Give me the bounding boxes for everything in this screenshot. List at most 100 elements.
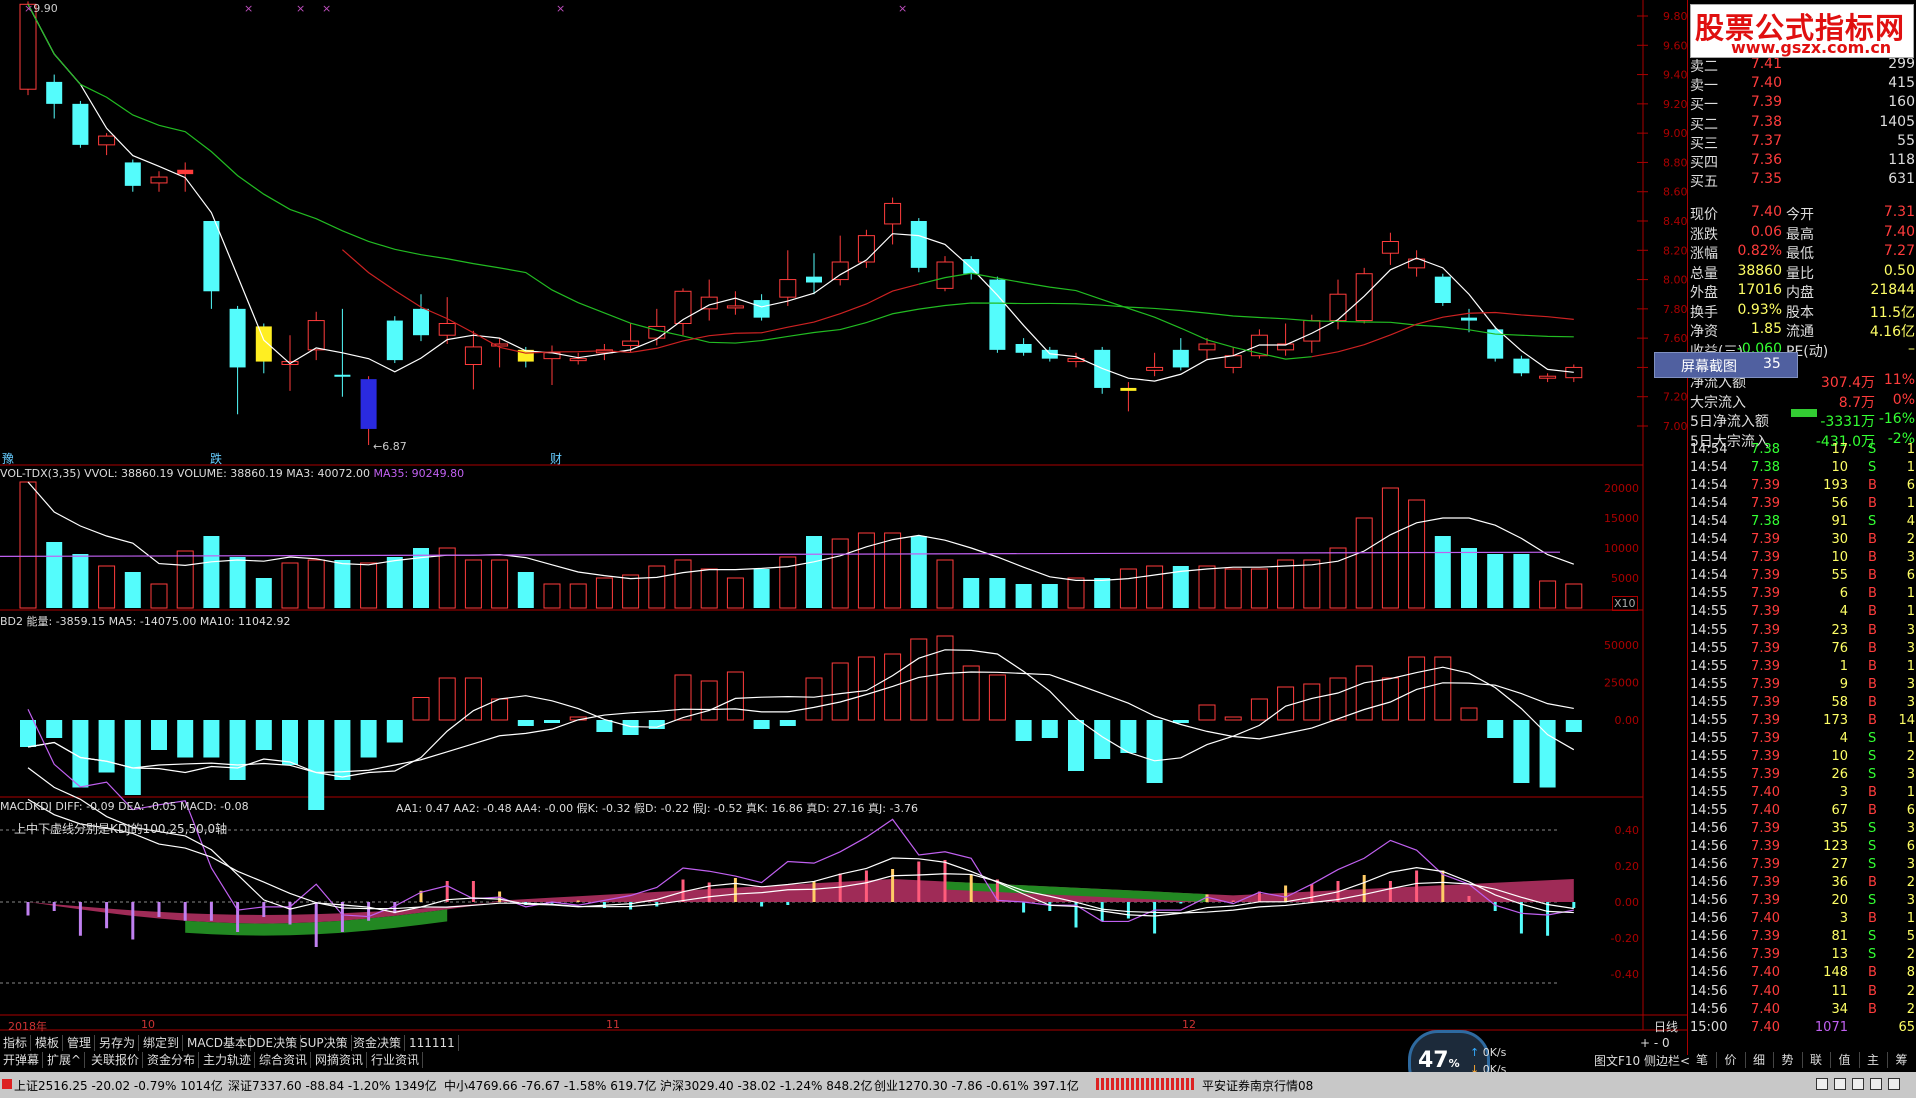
- energy-bar[interactable]: [1250, 698, 1268, 721]
- tick-row[interactable]: 14:55 7.39 4 S 1: [1690, 731, 1915, 749]
- volume-bar[interactable]: [595, 577, 613, 609]
- energy-bar[interactable]: [1513, 720, 1530, 783]
- stat-row[interactable]: 现价 7.40 今开 7.31: [1690, 204, 1915, 223]
- tick-row[interactable]: 15:00 7.40 1071 65: [1690, 1020, 1915, 1038]
- event-marker[interactable]: ×: [244, 2, 253, 15]
- tick-row[interactable]: 14:56 7.39 123 S 6: [1690, 839, 1915, 857]
- indicator-tab[interactable]: 管理: [64, 1035, 96, 1051]
- energy-bar[interactable]: [177, 720, 194, 758]
- info-tab[interactable]: 关联报价: [88, 1052, 144, 1068]
- tick-row[interactable]: 14:55 7.39 23 B 3: [1690, 623, 1915, 641]
- quote-tab[interactable]: 价: [1717, 1052, 1746, 1068]
- candle[interactable]: [910, 221, 927, 268]
- candle[interactable]: [19, 3, 37, 90]
- order-book-row[interactable]: 买五 7.35 631: [1690, 171, 1915, 190]
- event-tag[interactable]: 跌: [210, 450, 222, 467]
- event-marker[interactable]: ×: [556, 2, 565, 15]
- indicator-tab[interactable]: 另存为: [96, 1035, 140, 1051]
- tick-row[interactable]: 14:55 7.40 3 B 1: [1690, 785, 1915, 803]
- candle[interactable]: [726, 305, 744, 309]
- volume-bar[interactable]: [779, 556, 797, 609]
- tick-row[interactable]: 14:55 7.39 173 B 14: [1690, 713, 1915, 731]
- volume-bar[interactable]: [438, 547, 456, 609]
- tick-row[interactable]: 14:56 7.39 13 S 2: [1690, 947, 1915, 965]
- order-book-row[interactable]: 买一 7.39 160: [1690, 94, 1915, 113]
- volume-bar[interactable]: [1094, 578, 1111, 608]
- candle[interactable]: [806, 276, 822, 283]
- tick-row[interactable]: 14:56 7.40 34 B 2: [1690, 1002, 1915, 1020]
- tick-row[interactable]: 14:54 7.38 10 S 1: [1690, 460, 1915, 478]
- energy-bar[interactable]: [20, 720, 36, 747]
- stat-row[interactable]: 外盘 17016 内盘 21844: [1690, 282, 1915, 301]
- tick-row[interactable]: 14:55 7.40 67 B 6: [1690, 803, 1915, 821]
- quote-tab[interactable]: 联: [1802, 1052, 1831, 1068]
- tick-row[interactable]: 14:55 7.39 76 B 3: [1690, 641, 1915, 659]
- event-tag[interactable]: 财: [550, 450, 562, 467]
- candle[interactable]: [72, 103, 89, 145]
- tick-row[interactable]: 14:56 7.40 3 B 1: [1690, 911, 1915, 929]
- volume-bar[interactable]: [176, 550, 194, 609]
- candle[interactable]: [1461, 317, 1477, 321]
- candle[interactable]: [203, 221, 220, 292]
- fund-flow-row[interactable]: 大宗流入 8.7万 0%: [1690, 392, 1915, 411]
- candle[interactable]: [753, 300, 770, 318]
- candle[interactable]: [386, 320, 403, 361]
- volume-bar[interactable]: [1224, 568, 1242, 609]
- energy-bar[interactable]: [596, 720, 613, 732]
- candle[interactable]: [360, 379, 377, 429]
- info-tab[interactable]: 开弹幕: [0, 1052, 44, 1068]
- energy-bar[interactable]: [1565, 720, 1582, 732]
- candle[interactable]: [1513, 358, 1530, 374]
- stat-row[interactable]: 总量 38860 量比 0.50: [1690, 263, 1915, 282]
- energy-bar[interactable]: [517, 720, 534, 726]
- info-tab[interactable]: 网摘资讯: [312, 1052, 368, 1068]
- order-book-row[interactable]: 买三 7.37 55: [1690, 133, 1915, 152]
- volume-bar[interactable]: [1408, 499, 1426, 609]
- energy-bar[interactable]: [308, 720, 325, 810]
- info-tab[interactable]: 扩展^: [44, 1052, 86, 1068]
- f10-button[interactable]: 图文F10: [1594, 1052, 1640, 1069]
- candle[interactable]: [857, 235, 875, 263]
- volume-bar[interactable]: [806, 536, 822, 608]
- volume-bar[interactable]: [98, 565, 116, 609]
- tick-row[interactable]: 14:55 7.39 26 S 3: [1690, 767, 1915, 785]
- volume-bar[interactable]: [1067, 577, 1085, 609]
- candle[interactable]: [569, 358, 587, 362]
- energy-bar[interactable]: [1277, 686, 1295, 721]
- window-button-icon[interactable]: [1834, 1078, 1846, 1090]
- tick-row[interactable]: 14:54 7.38 17 S 1: [1690, 442, 1915, 460]
- candle[interactable]: [229, 308, 246, 368]
- indicator-tab[interactable]: MACD基本: [184, 1035, 251, 1051]
- candle[interactable]: [1146, 366, 1164, 371]
- volume-bar[interactable]: [1513, 554, 1530, 608]
- tick-row[interactable]: 14:56 7.40 11 B 2: [1690, 984, 1915, 1002]
- candle[interactable]: [622, 340, 640, 346]
- energy-bar[interactable]: [1146, 720, 1163, 783]
- volume-bar[interactable]: [124, 572, 141, 608]
- energy-bar[interactable]: [1487, 720, 1504, 738]
- candle[interactable]: [831, 261, 849, 281]
- tick-row[interactable]: 14:56 7.40 148 B 8: [1690, 965, 1915, 983]
- candle[interactable]: [124, 162, 141, 186]
- energy-bar[interactable]: [805, 677, 823, 721]
- window-button-icon[interactable]: [1870, 1078, 1882, 1090]
- index-sh[interactable]: 上证2516.25 -20.02 -0.79% 1014亿: [14, 1077, 223, 1094]
- tick-row[interactable]: 14:54 7.39 56 B 1: [1690, 496, 1915, 514]
- indicator-tab[interactable]: SUP决策: [297, 1035, 352, 1051]
- volume-bar[interactable]: [1434, 536, 1451, 608]
- window-button-icon[interactable]: [1888, 1078, 1900, 1090]
- energy-bar[interactable]: [936, 635, 954, 721]
- tick-row[interactable]: 14:56 7.39 36 B 2: [1690, 875, 1915, 893]
- index-cy[interactable]: 创业1270.30 -7.86 -0.61% 397.1亿: [874, 1077, 1079, 1094]
- volume-bar[interactable]: [1381, 487, 1399, 609]
- volume-bar[interactable]: [72, 554, 89, 608]
- energy-bar[interactable]: [464, 677, 482, 721]
- index-sz[interactable]: 深证7337.60 -88.84 -1.20% 1349亿: [228, 1077, 437, 1094]
- volume-bar[interactable]: [674, 559, 692, 609]
- screenshot-popup[interactable]: 屏幕截图 35: [1654, 352, 1798, 378]
- volume-bar[interactable]: [569, 583, 587, 609]
- sidebar-toggle[interactable]: 侧边栏<: [1644, 1052, 1690, 1069]
- candle[interactable]: [1224, 355, 1242, 368]
- energy-bar[interactable]: [124, 720, 141, 795]
- volume-bar[interactable]: [334, 560, 351, 608]
